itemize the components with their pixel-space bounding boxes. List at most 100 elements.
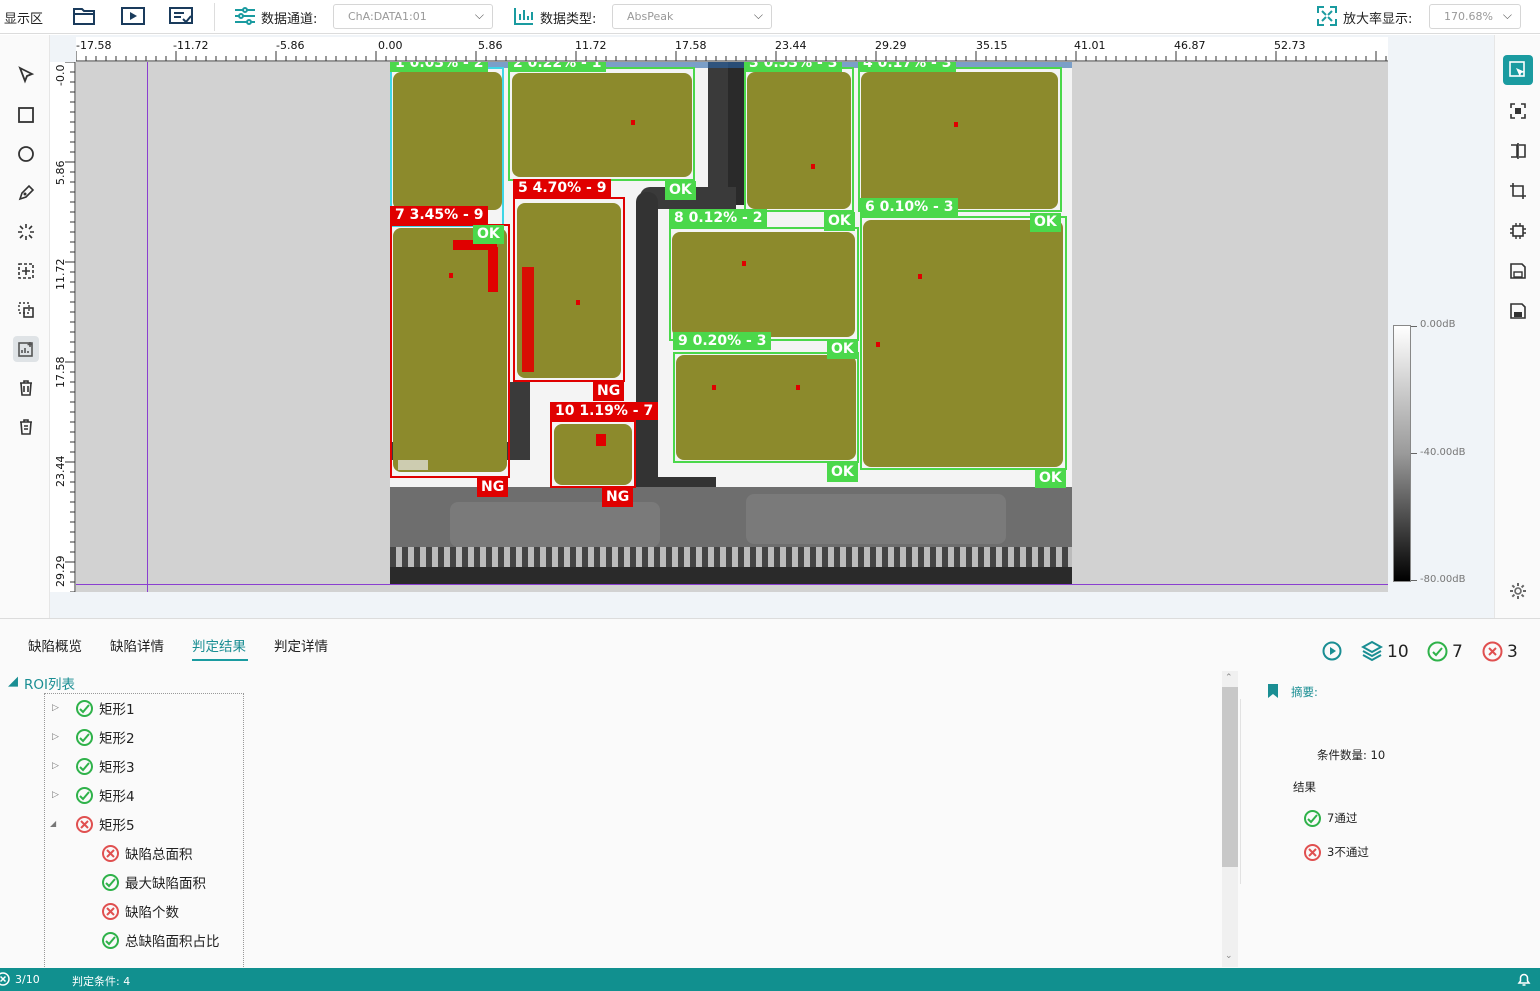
colorbar-tick [1411, 326, 1417, 327]
pass-count: 7 [1452, 642, 1463, 662]
y-tick: 5.86 [54, 160, 67, 186]
pass-check-icon [76, 728, 93, 746]
roi-item-5[interactable]: 矩形5 [76, 812, 135, 836]
roi-item-3[interactable]: 矩形3 [76, 754, 135, 778]
condition-count: 条件数量: 10 [1317, 748, 1386, 762]
play-file-icon[interactable] [120, 5, 146, 27]
roi-label-7: 7 3.45% - 9 [390, 206, 489, 224]
vertical-scrollbar[interactable]: ⌃ ⌄ [1222, 671, 1238, 967]
roi-box-10[interactable] [550, 420, 636, 488]
roi-box-7[interactable] [390, 224, 510, 478]
fail-x-icon [1482, 641, 1503, 666]
compare-icon[interactable] [1503, 136, 1533, 166]
x-tick: 23.44 [775, 39, 807, 52]
roi-label-3: 3 0.53% - 3 [744, 62, 843, 72]
settings-gear-icon[interactable] [1503, 576, 1533, 606]
cursor-select-icon[interactable] [1503, 55, 1533, 85]
verdict-badge-6: OK [1035, 469, 1066, 488]
delete-all-icon[interactable] [13, 414, 39, 440]
roi-item-2[interactable]: 矩形2 [76, 725, 135, 749]
channel-select[interactable]: ChA:DATA1:01 ⌵ [333, 4, 493, 29]
tab-defect-details[interactable]: 缺陷详情 [110, 635, 164, 655]
roi-list-toggle-icon[interactable]: ◢ [8, 674, 18, 689]
datatype-select[interactable]: AbsPeak ⌵ [612, 4, 772, 29]
expand-caret-icon[interactable]: ▷ [52, 790, 59, 800]
datatype-label: 数据类型: [540, 12, 597, 27]
roi-box-4[interactable] [858, 67, 1062, 212]
fail-count: 3 [1507, 642, 1518, 662]
x-tick: -11.72 [173, 39, 209, 52]
summary-fail-text: 3不通过 [1327, 845, 1369, 859]
collapse-caret-icon[interactable]: ◢ [50, 819, 56, 828]
crop-icon[interactable] [1503, 176, 1533, 206]
notification-icon[interactable] [1516, 971, 1532, 990]
condition-item-2[interactable]: 最大缺陷面积 [102, 870, 206, 894]
save-as-icon[interactable] [1503, 296, 1533, 326]
select-arrow-icon[interactable] [13, 62, 39, 88]
x-tick: 17.58 [675, 39, 707, 52]
add-chart-icon[interactable] [13, 336, 39, 362]
circle-tool-icon[interactable] [13, 141, 39, 167]
channel-icon [233, 5, 259, 27]
roi-box-3[interactable] [744, 67, 854, 212]
x-tick: -5.86 [276, 39, 305, 52]
scrollbar-thumb[interactable] [1222, 687, 1238, 867]
open-folder-icon[interactable] [72, 5, 98, 27]
pass-check-icon [76, 757, 93, 775]
tab-judgement-details[interactable]: 判定详情 [274, 635, 328, 655]
verdict-badge-1: OK [473, 225, 504, 244]
condition-item-4[interactable]: 总缺陷面积占比 [102, 928, 220, 952]
expand-caret-icon[interactable]: ▷ [52, 732, 59, 742]
pen-tool-icon[interactable] [13, 180, 39, 206]
pass-check-icon [76, 786, 93, 804]
scan-image-plot[interactable]: 1 0.03% - 2 2 0.22% - 1 3 0.53% - 3 4 0.… [76, 62, 1388, 592]
zoom-select-value: 170.68% [1444, 10, 1493, 23]
expand-caret-icon[interactable]: ▷ [52, 761, 59, 771]
status-bar: 3/10 判定条件: 4 [0, 968, 1540, 991]
roi-item-4[interactable]: 矩形4 [76, 783, 135, 807]
roi-item-1[interactable]: 矩形1 [76, 696, 135, 720]
focus-frame-icon[interactable] [1503, 96, 1533, 126]
colorbar-label-max: 0.00dB [1420, 319, 1456, 330]
crosshair-horizontal[interactable] [76, 584, 1388, 585]
roi-box-2[interactable] [508, 67, 695, 181]
rectangle-tool-icon[interactable] [13, 102, 39, 128]
crosshair-vertical[interactable] [147, 62, 148, 592]
chip-icon[interactable] [1503, 216, 1533, 246]
checklist-icon[interactable] [168, 5, 194, 27]
x-tick: 11.72 [575, 39, 607, 52]
roi-box-1[interactable] [390, 67, 504, 227]
pass-check-icon [76, 699, 93, 717]
roi-box-5[interactable] [513, 197, 625, 382]
chevron-down-icon: ⌵ [474, 8, 484, 22]
condition-item-1[interactable]: 缺陷总面积 [102, 841, 193, 865]
x-tick: -17.58 [76, 39, 112, 52]
region-copy-icon[interactable] [13, 297, 39, 323]
run-icon[interactable] [1322, 641, 1342, 665]
roi-list-title: ROI列表 [24, 677, 75, 693]
zoom-select[interactable]: 170.68% ⌵ [1429, 4, 1521, 29]
roi-box-9[interactable] [673, 352, 859, 463]
save-icon[interactable] [1503, 256, 1533, 286]
scroll-down-icon[interactable]: ⌄ [1225, 951, 1233, 961]
condition-item-3[interactable]: 缺陷个数 [102, 899, 179, 923]
roi-box-6[interactable] [860, 216, 1067, 470]
pass-check-icon [102, 931, 119, 949]
roi-item-label: 矩形3 [99, 760, 135, 776]
magic-wand-icon[interactable] [13, 219, 39, 245]
x-tick: 41.01 [1074, 39, 1106, 52]
tab-defect-overview[interactable]: 缺陷概览 [28, 635, 82, 655]
delete-icon[interactable] [13, 375, 39, 401]
y-tick: -0.0 [54, 64, 67, 86]
scroll-up-icon[interactable]: ⌃ [1225, 673, 1233, 683]
roi-box-8[interactable] [669, 227, 859, 341]
x-tick: 5.86 [478, 39, 503, 52]
condition-label: 缺陷总面积 [125, 847, 193, 863]
verdict-badge-8: OK [827, 340, 858, 359]
tab-judgement-result[interactable]: 判定结果 [192, 635, 246, 655]
expand-caret-icon[interactable]: ▷ [52, 703, 59, 713]
y-tick: 23.44 [54, 455, 67, 488]
zoom-label: 放大率显示: [1343, 12, 1413, 27]
crosshair-select-icon[interactable] [13, 258, 39, 284]
verdict-badge-5: NG [593, 382, 625, 401]
